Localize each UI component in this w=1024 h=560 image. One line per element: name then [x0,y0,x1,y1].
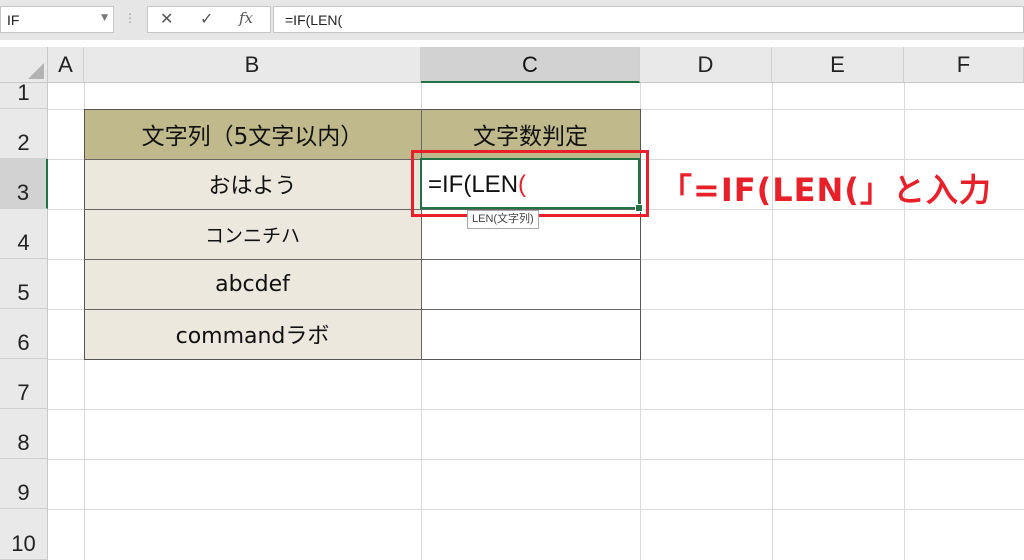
cell-b4[interactable]: コンニチハ [84,209,421,259]
row-number: 5 [17,280,30,305]
table-divider [84,259,641,260]
formula-buttons: ✕ ✓ fx [147,6,271,33]
row-number: 6 [17,330,30,355]
cell-c6[interactable] [421,309,640,359]
row-header-6[interactable]: 6 [0,309,48,359]
row-number: 1 [17,80,30,105]
row-number: 9 [17,480,30,505]
gridline [904,83,905,560]
insert-function-icon[interactable]: fx [239,9,253,27]
drag-handle-icon[interactable]: ⋮ [124,11,136,25]
function-tooltip: LEN(文字列) [467,210,539,229]
table-divider [84,309,641,310]
row-header-1[interactable]: 1 [0,80,48,109]
cell-b5[interactable]: abcdef [84,259,421,309]
name-box[interactable]: IF ▼ [0,6,114,33]
column-header-f[interactable]: F [904,47,1024,83]
select-all-icon [28,63,44,79]
cell-b6[interactable]: commandラボ [84,309,421,359]
row-header-8[interactable]: 8 [0,409,48,459]
row-number: 8 [17,430,30,455]
row-number: 4 [17,230,30,255]
row-header-4[interactable]: 4 [0,209,48,259]
highlight-box [411,150,649,217]
row-header-7[interactable]: 7 [0,359,48,409]
formula-bar-area: IF ▼ ⋮ ✕ ✓ fx =IF(LEN( [0,0,1024,40]
row-header-2[interactable]: 2 [0,109,48,159]
row-header-3[interactable]: 3 [0,159,48,209]
chevron-down-icon[interactable]: ▼ [101,13,108,23]
enter-icon[interactable]: ✓ [200,9,213,28]
column-header-d[interactable]: D [640,47,772,83]
spreadsheet-grid: A B C D E F 1 2 3 4 5 6 7 8 9 10 文字列（5文字… [0,47,1024,560]
gridline [48,459,1024,460]
row-header-9[interactable]: 9 [0,459,48,509]
cell-b3[interactable]: おはよう [84,159,421,209]
cancel-icon[interactable]: ✕ [160,9,173,28]
gridline [48,509,1024,510]
column-header-a[interactable]: A [48,47,84,83]
cell-b2[interactable]: 文字列（5文字以内） [84,109,421,159]
table-divider [421,109,422,360]
formula-input[interactable]: =IF(LEN( [273,6,1024,33]
row-number: 2 [17,130,30,155]
column-header-c[interactable]: C [421,47,640,83]
row-number: 10 [11,531,36,556]
column-header-b[interactable]: B [84,47,421,83]
formula-text: =IF(LEN( [285,12,343,28]
gridline [772,83,773,560]
column-header-e[interactable]: E [772,47,904,83]
select-all-button[interactable] [0,47,48,83]
row-header-5[interactable]: 5 [0,259,48,309]
gridline [48,409,1024,410]
row-number: 7 [17,380,30,405]
row-number: 3 [16,180,30,205]
row-header-10[interactable]: 10 [0,509,48,560]
gridline [48,359,1024,360]
name-box-value: IF [7,12,20,28]
cell-c5[interactable] [421,259,640,309]
annotation-label: 「=IF(LEN(」と入力 [660,171,992,209]
